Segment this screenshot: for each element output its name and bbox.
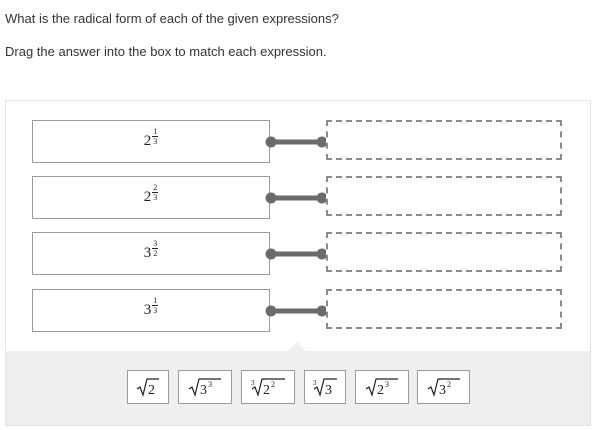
answer-tile[interactable]: 3 2 [417, 370, 470, 404]
matching-workspace: 2 1 3 2 2 3 3 3 2 3 1 3 2 3 3 3 2 2 3 3 … [5, 100, 591, 426]
fraction-numerator: 2 [152, 183, 159, 193]
fraction-denominator: 3 [153, 137, 158, 146]
radical-expression: 3 3 [188, 378, 221, 398]
radicand-exponent: 3 [208, 380, 212, 389]
answer-bank: 2 3 3 3 2 2 3 3 2 3 3 2 [6, 342, 590, 425]
expression-box: 3 3 2 [32, 232, 270, 275]
radicand: 3 [200, 383, 207, 398]
radicand: 2 [263, 383, 270, 398]
answer-tile[interactable]: 3 3 [304, 370, 346, 404]
expression-base: 2 [143, 133, 152, 149]
connector-line [265, 248, 328, 260]
answer-tile[interactable]: 2 3 [355, 370, 409, 404]
radicand: 2 [377, 383, 384, 398]
fraction-numerator: 1 [152, 296, 159, 306]
radicand-exponent: 2 [447, 380, 451, 389]
fraction-denominator: 2 [153, 249, 158, 258]
expression-base: 2 [143, 189, 152, 205]
radicand: 3 [325, 383, 332, 398]
fraction-exponent: 1 3 [152, 296, 159, 315]
answer-tile[interactable]: 2 [127, 370, 169, 404]
question-text: What is the radical form of each of the … [5, 11, 339, 26]
expression-box: 2 1 3 [32, 120, 270, 163]
fraction-exponent: 1 3 [152, 127, 159, 146]
connector-line [265, 192, 328, 204]
fraction-denominator: 3 [153, 306, 158, 315]
answer-drop-target[interactable] [326, 120, 562, 160]
expression-box: 3 1 3 [32, 289, 270, 332]
instruction-text: Drag the answer into the box to match ea… [5, 44, 327, 59]
fraction-numerator: 1 [152, 127, 159, 137]
radical-expression: 3 2 2 [251, 378, 285, 398]
root-index: 3 [251, 379, 255, 387]
connector-line [265, 136, 328, 148]
match-row: 3 1 3 [6, 289, 590, 333]
root-index: 3 [313, 379, 317, 387]
match-row: 2 1 3 [6, 120, 590, 164]
radical-expression: 2 3 [365, 378, 398, 398]
answer-tile[interactable]: 3 3 [178, 370, 232, 404]
radical-expression: 2 [136, 378, 159, 398]
match-row: 2 2 3 [6, 176, 590, 220]
fraction-exponent: 3 2 [152, 239, 159, 258]
answer-tile[interactable]: 3 2 2 [241, 370, 295, 404]
answer-drop-target[interactable] [326, 176, 562, 216]
radicand: 2 [148, 383, 155, 398]
radical-expression: 3 3 [313, 378, 337, 398]
answer-drop-target[interactable] [326, 232, 562, 272]
fraction-exponent: 2 3 [152, 183, 159, 202]
expression-base: 3 [143, 245, 152, 261]
fraction-denominator: 3 [153, 193, 158, 202]
match-row: 3 3 2 [6, 232, 590, 276]
fraction-numerator: 3 [152, 239, 159, 249]
connector-line [265, 305, 328, 317]
expression-box: 2 2 3 [32, 176, 270, 219]
radicand: 3 [439, 383, 446, 398]
radicand-exponent: 2 [271, 380, 275, 389]
bank-pointer [288, 342, 306, 351]
radical-expression: 3 2 [427, 378, 460, 398]
expression-base: 3 [143, 302, 152, 318]
radicand-exponent: 3 [385, 380, 389, 389]
answer-drop-target[interactable] [326, 289, 562, 329]
